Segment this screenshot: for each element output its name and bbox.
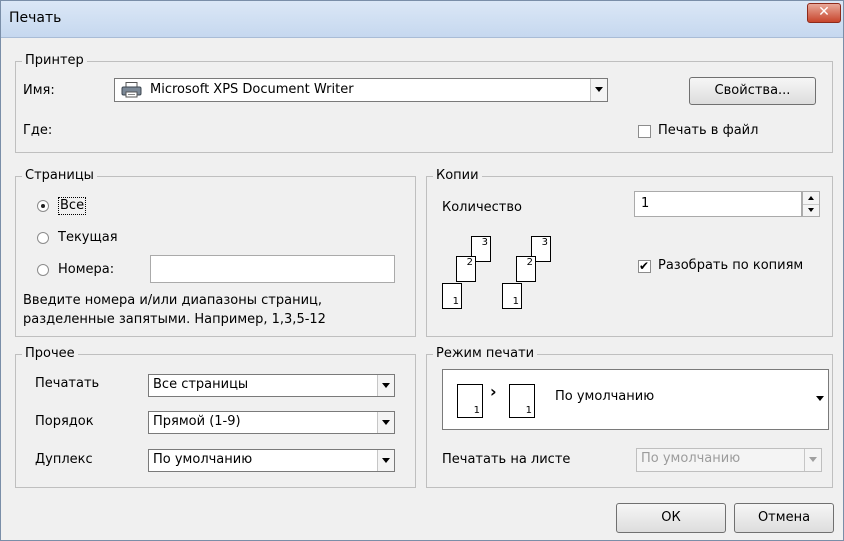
pages-all-radio[interactable] <box>37 200 49 212</box>
pages-hint-line1: Введите номера и/или диапазоны страниц, <box>23 293 322 308</box>
pages-legend: Страницы <box>22 168 97 184</box>
print-range-select[interactable]: Все страницы <box>148 374 395 397</box>
duplex-select[interactable]: По умолчанию <box>148 449 395 472</box>
pages-hint-line2: разделенные запятыми. Например, 1,3,5-12 <box>23 312 326 327</box>
order-select[interactable]: Прямой (1-9) <box>148 411 395 434</box>
chevron-down-icon <box>816 396 824 401</box>
pages-numbers-input[interactable] <box>150 255 395 283</box>
pages-all-label: Все <box>58 197 87 215</box>
print-range-label: Печатать <box>35 376 100 391</box>
page-icon: 2 <box>516 256 536 282</box>
sheet-value: По умолчанию <box>641 451 741 466</box>
ok-button[interactable]: ОК <box>616 503 726 533</box>
cancel-button-label: Отмена <box>757 510 811 525</box>
printer-name-label: Имя: <box>23 83 55 98</box>
page-icon: 1 <box>502 283 522 309</box>
pages-current-radio[interactable] <box>37 232 49 244</box>
printer-location-label: Где: <box>23 123 53 138</box>
chevron-right-icon: › <box>490 382 497 401</box>
page-icon: 2 <box>456 256 476 282</box>
print-to-file-checkbox[interactable] <box>638 125 651 138</box>
order-value: Прямой (1-9) <box>153 414 241 429</box>
chevron-down-icon <box>377 412 394 433</box>
chevron-down-icon <box>804 449 821 471</box>
chevron-down-icon <box>377 375 394 396</box>
title-bar: Печать ✕ <box>1 1 843 38</box>
print-range-value: Все страницы <box>153 377 249 392</box>
print-mode-value: По умолчанию <box>555 389 655 404</box>
print-mode-select[interactable]: 1 › 1 По умолчанию <box>442 369 829 430</box>
printer-icon <box>121 82 143 98</box>
pages-numbers-radio[interactable] <box>37 264 49 276</box>
print-dialog: Печать ✕ Принтер Имя: Microsoft XPS Docu… <box>0 0 844 541</box>
chevron-down-icon <box>377 450 394 471</box>
ok-button-label: ОК <box>661 510 681 525</box>
close-button[interactable]: ✕ <box>807 3 841 23</box>
duplex-value: По умолчанию <box>153 452 253 467</box>
sheet-select[interactable]: По умолчанию <box>636 448 822 472</box>
printer-name-value: Microsoft XPS Document Writer <box>150 82 354 97</box>
window-title: Печать <box>9 10 62 26</box>
properties-button[interactable]: Свойства... <box>689 77 816 105</box>
chevron-down-icon <box>590 79 607 101</box>
pages-current-label: Текущая <box>58 230 118 245</box>
copies-count-input[interactable]: 1 <box>634 191 802 217</box>
collate-label: Разобрать по копиям <box>658 258 804 273</box>
sheet-label: Печатать на листе <box>442 452 571 467</box>
copies-count-label: Количество <box>442 200 522 215</box>
collate-checkbox[interactable] <box>638 258 651 274</box>
close-icon: ✕ <box>818 4 830 20</box>
copies-legend: Копии <box>433 168 482 184</box>
printer-select[interactable]: Microsoft XPS Document Writer <box>114 78 608 102</box>
printer-legend: Принтер <box>22 53 87 69</box>
page-icon: 1 <box>509 384 535 418</box>
copies-count-value: 1 <box>641 196 650 211</box>
pages-numbers-label: Номера: <box>58 262 115 277</box>
copies-count-spinner[interactable] <box>802 191 820 217</box>
print-to-file-label: Печать в файл <box>658 123 759 138</box>
duplex-label: Дуплекс <box>35 452 93 467</box>
page-icon: 1 <box>442 283 462 309</box>
order-label: Порядок <box>35 414 94 429</box>
cancel-button[interactable]: Отмена <box>734 503 834 533</box>
page-icon: 1 <box>457 384 483 418</box>
spin-down-icon[interactable] <box>803 204 819 216</box>
other-legend: Прочее <box>22 346 78 362</box>
properties-button-label: Свойства... <box>714 83 791 98</box>
print-mode-legend: Режим печати <box>433 346 538 362</box>
